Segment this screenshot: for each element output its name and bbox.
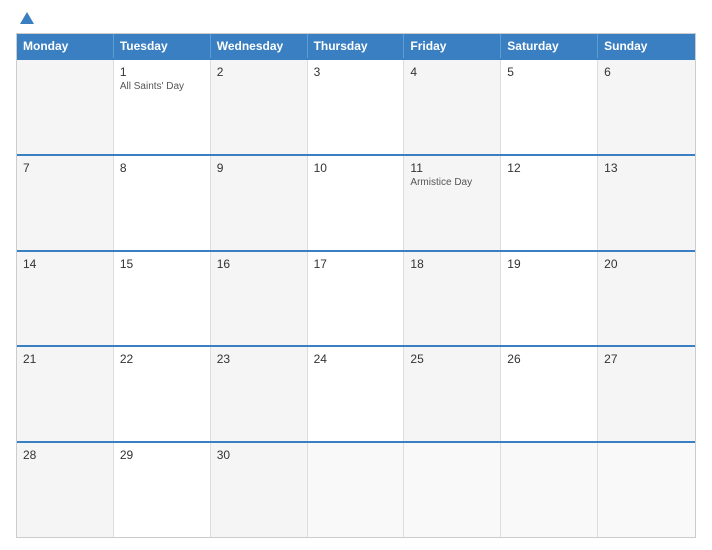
day-number: 14 xyxy=(23,257,107,271)
calendar-cell: 29 xyxy=(114,443,211,537)
day-number: 6 xyxy=(604,65,689,79)
day-number: 8 xyxy=(120,161,204,175)
calendar-cell: 1 All Saints' Day xyxy=(114,60,211,154)
calendar-cell: 7 xyxy=(17,156,114,250)
col-header-wednesday: Wednesday xyxy=(211,34,308,58)
calendar-cell: 28 xyxy=(17,443,114,537)
day-number: 30 xyxy=(217,448,301,462)
col-header-monday: Monday xyxy=(17,34,114,58)
calendar-cell: 22 xyxy=(114,347,211,441)
calendar-page: MondayTuesdayWednesdayThursdayFridaySatu… xyxy=(0,0,712,550)
day-number: 23 xyxy=(217,352,301,366)
day-number: 10 xyxy=(314,161,398,175)
calendar-cell: 8 xyxy=(114,156,211,250)
day-number: 28 xyxy=(23,448,107,462)
calendar-week-2: 789 10 11 Armistice Day 12 13 xyxy=(17,154,695,250)
calendar-cell: 6 xyxy=(598,60,695,154)
day-number: 27 xyxy=(604,352,689,366)
calendar-cell: 15 xyxy=(114,252,211,346)
calendar-cell: 20 xyxy=(598,252,695,346)
calendar-cell: 25 xyxy=(404,347,501,441)
calendar-cell: 4 xyxy=(404,60,501,154)
day-number: 9 xyxy=(217,161,301,175)
calendar-cell xyxy=(308,443,405,537)
calendar-cell: 16 xyxy=(211,252,308,346)
day-number: 26 xyxy=(507,352,591,366)
calendar-week-5: 28 29 30 xyxy=(17,441,695,537)
calendar-cell: 30 xyxy=(211,443,308,537)
day-number: 18 xyxy=(410,257,494,271)
calendar-cell: 26 xyxy=(501,347,598,441)
calendar-cell: 18 xyxy=(404,252,501,346)
calendar-week-3: 14 15 16 17 18 19 20 xyxy=(17,250,695,346)
calendar-cell: 13 xyxy=(598,156,695,250)
calendar-cell xyxy=(404,443,501,537)
calendar-cell: 24 xyxy=(308,347,405,441)
day-number: 4 xyxy=(410,65,494,79)
calendar-cell: 19 xyxy=(501,252,598,346)
col-header-thursday: Thursday xyxy=(308,34,405,58)
day-number: 7 xyxy=(23,161,107,175)
col-header-tuesday: Tuesday xyxy=(114,34,211,58)
logo-triangle-icon xyxy=(20,12,34,24)
day-number: 24 xyxy=(314,352,398,366)
col-header-friday: Friday xyxy=(404,34,501,58)
day-number: 17 xyxy=(314,257,398,271)
page-header xyxy=(16,12,696,25)
day-number: 2 xyxy=(217,65,301,79)
calendar-cell: 9 xyxy=(211,156,308,250)
day-number: 3 xyxy=(314,65,398,79)
calendar-cell: 23 xyxy=(211,347,308,441)
day-number: 13 xyxy=(604,161,689,175)
calendar-cell: 10 xyxy=(308,156,405,250)
calendar-cell: 11 Armistice Day xyxy=(404,156,501,250)
calendar-cell xyxy=(17,60,114,154)
calendar-cell xyxy=(598,443,695,537)
calendar: MondayTuesdayWednesdayThursdayFridaySatu… xyxy=(16,33,696,538)
calendar-week-4: 21 22 23 24 25 26 27 xyxy=(17,345,695,441)
calendar-header-row: MondayTuesdayWednesdayThursdayFridaySatu… xyxy=(17,34,695,58)
day-number: 1 xyxy=(120,65,204,79)
calendar-body: 1All Saints' Day234567891011Armistice Da… xyxy=(17,58,695,537)
calendar-cell xyxy=(501,443,598,537)
day-number: 25 xyxy=(410,352,494,366)
calendar-cell: 12 xyxy=(501,156,598,250)
day-event: All Saints' Day xyxy=(120,81,204,92)
col-header-sunday: Sunday xyxy=(598,34,695,58)
calendar-cell: 5 xyxy=(501,60,598,154)
day-event: Armistice Day xyxy=(410,177,494,188)
day-number: 21 xyxy=(23,352,107,366)
day-number: 29 xyxy=(120,448,204,462)
day-number: 15 xyxy=(120,257,204,271)
logo xyxy=(16,12,34,25)
col-header-saturday: Saturday xyxy=(501,34,598,58)
calendar-cell: 3 xyxy=(308,60,405,154)
calendar-week-1: 1 All Saints' Day 23456 xyxy=(17,58,695,154)
calendar-cell: 17 xyxy=(308,252,405,346)
day-number: 19 xyxy=(507,257,591,271)
day-number: 16 xyxy=(217,257,301,271)
calendar-cell: 2 xyxy=(211,60,308,154)
day-number: 5 xyxy=(507,65,591,79)
day-number: 11 xyxy=(410,161,494,175)
calendar-cell: 27 xyxy=(598,347,695,441)
day-number: 20 xyxy=(604,257,689,271)
calendar-cell: 14 xyxy=(17,252,114,346)
day-number: 22 xyxy=(120,352,204,366)
day-number: 12 xyxy=(507,161,591,175)
calendar-cell: 21 xyxy=(17,347,114,441)
